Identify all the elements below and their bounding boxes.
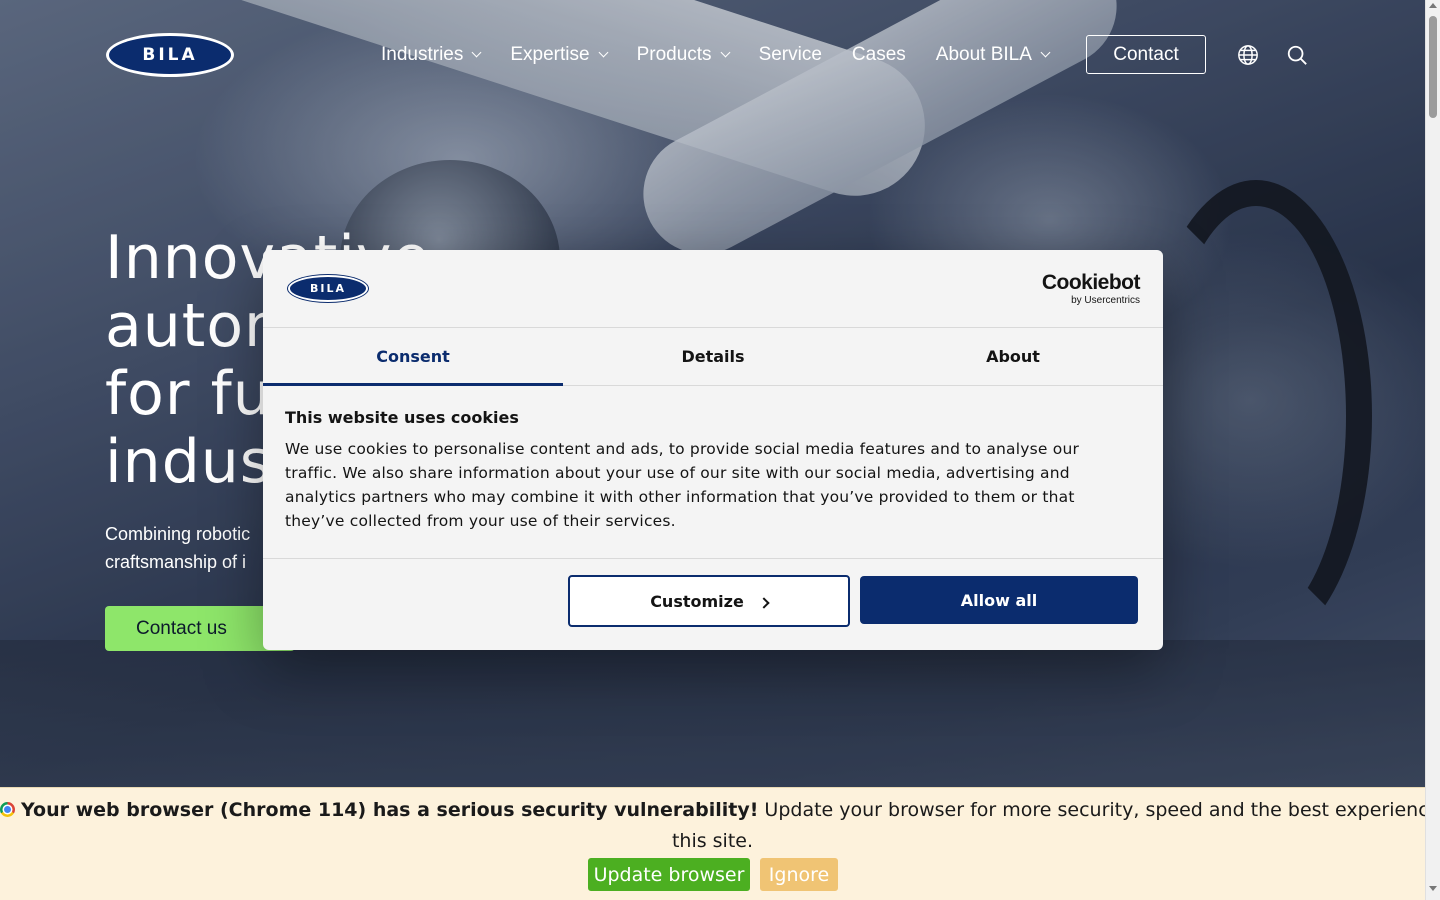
ignore-button[interactable]: Ignore [760,858,838,891]
update-browser-button[interactable]: Update browser [588,858,750,891]
cookie-text-line: analytics partners who may combine it wi… [285,488,1075,506]
cookie-dialog-text: We use cookies to personalise content an… [285,437,1135,533]
globe-icon[interactable] [1237,44,1259,66]
nav-label: About BILA [935,44,1032,65]
main-nav: Industries Expertise Products Service Ca… [381,36,1079,74]
contact-button[interactable]: Contact [1086,35,1206,74]
update-warning-text: Update your browser for more security, s… [764,799,1440,821]
cookie-consent-dialog: BILA Cookiebot by Usercentrics Consent D… [263,250,1163,650]
update-warning-bold: Your web browser (Chrome 114) has a seri… [21,799,759,821]
nav-label: Products [636,44,712,65]
update-warning-text-line2: this site. [671,830,754,852]
cookiebot-logo[interactable]: Cookiebot by Usercentrics [1041,271,1141,306]
cookie-text-line: they’ve collected from your use of their… [285,512,676,530]
search-icon[interactable] [1286,44,1308,66]
tab-about[interactable]: About [863,328,1163,385]
chevron-right-icon [758,596,770,609]
nav-label: Cases [851,44,906,65]
page-scrollbar[interactable] [1425,0,1440,900]
cookiebot-name: Cookiebot [1041,271,1141,294]
cookie-dialog-footer: Customize Allow all [263,558,1163,650]
chevron-down-icon [1040,47,1051,57]
browser-update-bar: Your web browser (Chrome 114) has a seri… [0,787,1440,900]
scroll-up-icon[interactable] [1429,3,1437,8]
nav-expertise[interactable]: Expertise [510,36,609,74]
customize-button[interactable]: Customize [568,575,850,627]
cookie-text-line: We use cookies to personalise content an… [285,440,1080,458]
update-message: Your web browser (Chrome 114) has a seri… [0,799,1440,821]
tab-consent[interactable]: Consent [263,328,563,386]
bila-logo: BILA [288,275,368,302]
cookie-dialog-body: This website uses cookies We use cookies… [285,408,1135,533]
cookie-dialog-header: BILA Cookiebot by Usercentrics [263,250,1163,328]
nav-label: Service [758,44,822,65]
nav-products[interactable]: Products [636,36,731,74]
cookie-tabs: Consent Details About [263,328,1163,386]
nav-cases[interactable]: Cases [852,36,906,74]
tab-details[interactable]: Details [563,328,863,385]
allow-all-button[interactable]: Allow all [860,576,1138,624]
nav-label: Industries [381,44,464,65]
logo-text: BILA [310,282,346,295]
nav-service[interactable]: Service [759,36,822,74]
bila-logo[interactable]: BILA [106,33,234,77]
nav-label: Expertise [510,44,590,65]
customize-label: Customize [650,591,744,611]
scroll-thumb[interactable] [1429,16,1437,118]
cookie-dialog-title: This website uses cookies [285,408,519,427]
site-header: BILA Industries Expertise Products Servi… [0,0,1425,110]
chevron-down-icon [720,47,731,57]
chrome-icon [0,802,15,817]
logo-text: BILA [142,45,198,65]
chevron-down-icon [598,47,609,57]
cookiebot-by: by Usercentrics [1071,295,1140,306]
cookie-text-line: traffic. We also share information about… [285,464,1070,482]
nav-about-bila[interactable]: About BILA [935,36,1051,74]
scroll-down-icon[interactable] [1429,886,1437,891]
chevron-down-icon [471,47,482,57]
nav-industries[interactable]: Industries [381,36,482,74]
